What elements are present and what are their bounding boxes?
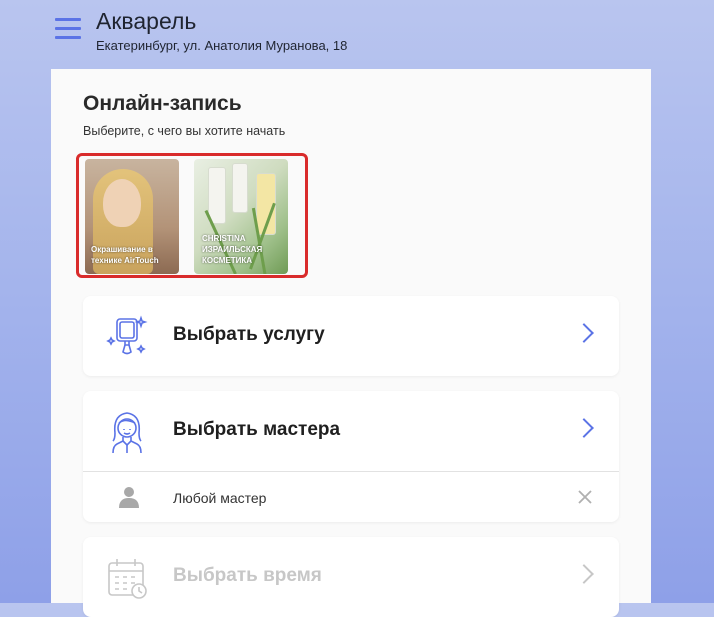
- chevron-right-icon: [574, 418, 594, 438]
- promo-image-bottle: [232, 163, 248, 213]
- choose-time-button[interactable]: Выбрать время: [83, 537, 619, 617]
- service-card: Выбрать услугу: [83, 296, 619, 376]
- promo-label: Окрашивание в технике AirTouch: [91, 245, 159, 265]
- promo-image-face: [103, 179, 141, 227]
- promo-label: CHRISTINA ИЗРАИЛЬСКАЯ КОСМЕТИКА: [202, 234, 263, 265]
- chevron-right-icon: [574, 564, 594, 584]
- choose-service-button[interactable]: Выбрать услугу: [83, 296, 619, 376]
- master-card: Выбрать мастера Любой мастер: [83, 391, 619, 522]
- promo-card-airtouch[interactable]: Окрашивание в технике AirTouch: [85, 159, 179, 274]
- choose-service-label: Выбрать услугу: [173, 324, 325, 345]
- any-master-label: Любой мастер: [173, 490, 267, 506]
- chevron-right-icon: [574, 323, 594, 343]
- selected-master-row[interactable]: Любой мастер: [83, 471, 619, 522]
- page-title: Онлайн-запись: [83, 92, 242, 115]
- page-subtitle: Выберите, с чего вы хотите начать: [83, 124, 286, 138]
- salon-title: Акварель: [96, 8, 197, 34]
- choose-master-button[interactable]: Выбрать мастера: [83, 391, 619, 471]
- promo-carousel: Окрашивание в технике AirTouch CHRISTINA…: [76, 153, 308, 278]
- choose-time-label: Выбрать время: [173, 565, 322, 586]
- salon-address: Екатеринбург, ул. Анатолия Муранова, 18: [96, 38, 348, 53]
- menu-icon[interactable]: [55, 18, 81, 40]
- person-icon: [119, 487, 139, 508]
- stylist-icon: [112, 412, 142, 454]
- header: Акварель Екатеринбург, ул. Анатолия Мура…: [0, 0, 714, 68]
- mirror-icon: [106, 315, 148, 355]
- calendar-icon: [108, 559, 147, 599]
- choose-master-label: Выбрать мастера: [173, 419, 341, 440]
- booking-panel: Онлайн-запись Выберите, с чего вы хотите…: [51, 69, 651, 617]
- time-card: Выбрать время: [83, 537, 619, 617]
- promo-card-christina[interactable]: CHRISTINA ИЗРАИЛЬСКАЯ КОСМЕТИКА: [194, 159, 288, 274]
- close-icon[interactable]: [577, 489, 593, 505]
- promo-image-bottle: [208, 167, 226, 224]
